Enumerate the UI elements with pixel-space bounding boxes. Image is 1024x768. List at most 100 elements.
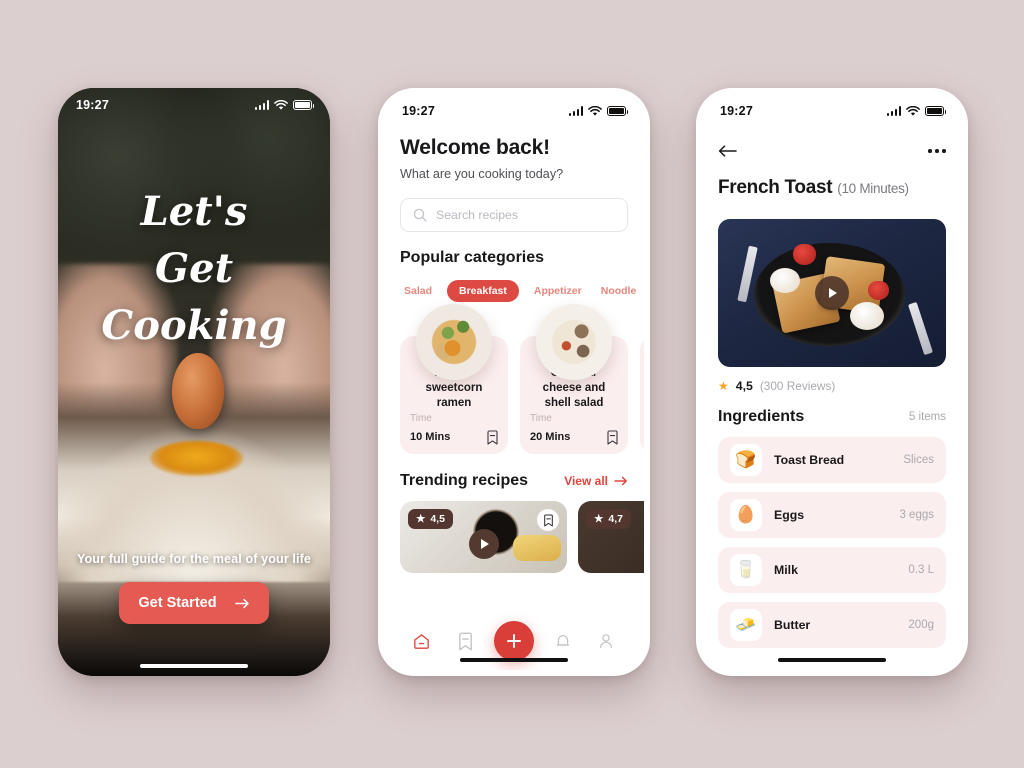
ingredient-quantity: 0.3 L xyxy=(908,564,934,576)
view-all-label: View all xyxy=(564,474,608,488)
arrow-left-icon xyxy=(718,145,737,157)
play-icon[interactable] xyxy=(468,529,499,560)
ingredient-quantity: 3 eggs xyxy=(899,509,934,521)
category-chip-noodle[interactable]: Noodle xyxy=(597,280,641,302)
welcome-heading: Welcome back! xyxy=(400,136,550,159)
onboarding-screen: 19:27 Let's Get Cooking Your full guide … xyxy=(58,88,330,676)
trending-card[interactable]: ★ 4,5 xyxy=(400,501,567,573)
detail-topbar xyxy=(718,136,946,166)
category-chip-appetizer[interactable]: Appetizer xyxy=(530,280,586,302)
category-chip-breakfast[interactable]: Breakfast xyxy=(447,280,519,302)
view-all-link[interactable]: View all xyxy=(564,474,628,488)
page-title: French Toast (10 Minutes) xyxy=(718,177,946,199)
phone-onboarding: 19:27 Let's Get Cooking Your full guide … xyxy=(58,88,330,676)
ingredient-list: 🍞 Toast Bread Slices 🥚 Eggs 3 eggs 🥛 Mil… xyxy=(718,437,946,648)
nav-profile-icon[interactable] xyxy=(591,626,621,656)
trending-card-list: ★ 4,5 ★ 4,7 xyxy=(400,501,644,573)
trending-recipes-heading: Trending recipes xyxy=(400,472,529,489)
popular-categories-heading: Popular categories xyxy=(400,249,545,266)
battery-icon xyxy=(293,100,315,110)
category-chip-salad[interactable]: Salad xyxy=(400,280,436,302)
recipe-time-value: 10 Mins xyxy=(410,431,451,443)
ingredient-quantity: 200g xyxy=(908,619,934,631)
hero-title-line-1: Let's xyxy=(140,188,248,235)
ingredient-name: Butter xyxy=(774,618,811,632)
ingredient-name: Eggs xyxy=(774,508,805,522)
hero-title: Let's Get Cooking xyxy=(58,184,330,354)
app-mockup-stage: 19:27 Let's Get Cooking Your full guide … xyxy=(0,0,1024,768)
ingredient-name: Toast Bread xyxy=(774,453,845,467)
nav-home-icon[interactable] xyxy=(407,626,437,656)
items-count: 5 items xyxy=(908,411,946,423)
recipe-card-list: Pepper sweetcorn ramen Time 10 Mins Ched… xyxy=(400,304,644,454)
rating-value: 4,5 xyxy=(735,379,753,393)
eggs-icon: 🥚 xyxy=(730,499,762,531)
recipe-time-value: 20 Mins xyxy=(530,431,571,443)
play-icon[interactable] xyxy=(815,276,849,310)
wifi-icon xyxy=(274,99,288,111)
home-screen: 19:27 Welcome back! What are you cooking… xyxy=(384,94,644,670)
plus-icon xyxy=(507,634,521,648)
star-icon: ★ xyxy=(416,513,426,525)
ingredient-row[interactable]: 🥛 Milk 0.3 L xyxy=(718,547,946,593)
recipe-time-label: Time xyxy=(410,413,432,424)
home-indicator xyxy=(140,663,248,668)
reviews-count: (300 Reviews) xyxy=(759,379,836,393)
ingredient-row[interactable]: 🧈 Butter 200g xyxy=(718,602,946,648)
recipe-thumbnail xyxy=(416,304,492,380)
ingredient-row[interactable]: 🥚 Eggs 3 eggs xyxy=(718,492,946,538)
phone-home: 19:27 Welcome back! What are you cooking… xyxy=(378,88,650,676)
trending-card[interactable]: ★ 4,7 xyxy=(578,501,644,573)
rating-badge: ★ 4,7 xyxy=(586,509,632,529)
home-indicator xyxy=(778,657,886,662)
dish-duration: (10 Minutes) xyxy=(837,181,909,196)
bookmark-icon[interactable] xyxy=(486,430,499,445)
trending-section-header: Trending recipes View all xyxy=(400,472,628,490)
butter-icon: 🧈 xyxy=(730,609,762,641)
hero-tagline: Your full guide for the meal of your lif… xyxy=(76,552,312,566)
arrow-right-icon xyxy=(614,476,628,486)
search-placeholder: Search recipes xyxy=(436,208,519,222)
star-icon: ★ xyxy=(718,379,729,393)
ingredients-heading: Ingredients xyxy=(718,408,805,425)
rating-badge: ★ 4,5 xyxy=(408,509,454,529)
search-icon xyxy=(413,208,427,222)
more-horizontal-icon xyxy=(928,149,946,153)
hero-title-line-2: Get xyxy=(154,244,234,292)
ingredients-header: Ingredients 5 items xyxy=(718,408,946,426)
welcome-subtitle: What are you cooking today? xyxy=(400,167,564,181)
more-options-button[interactable] xyxy=(928,149,946,153)
get-started-button[interactable]: Get Started xyxy=(119,582,269,624)
search-input[interactable]: Search recipes xyxy=(400,198,628,232)
status-time: 19:27 xyxy=(76,98,109,112)
bookmark-icon[interactable] xyxy=(606,430,619,445)
phone-recipe-detail: 19:27 French Toast (10 Minutes) ★ 4,5 (3… xyxy=(696,88,968,676)
back-button[interactable] xyxy=(718,144,737,158)
ingredient-row[interactable]: 🍞 Toast Bread Slices xyxy=(718,437,946,483)
arrow-right-icon xyxy=(234,598,250,609)
recipe-card[interactable]: Cheddar cheese and shell salad Time 20 M… xyxy=(520,304,628,454)
recipe-video[interactable] xyxy=(718,219,946,367)
add-recipe-button[interactable] xyxy=(493,621,534,661)
ingredient-name: Milk xyxy=(774,563,798,577)
recipe-time-label: Time xyxy=(530,413,552,424)
status-bar: 19:27 xyxy=(58,88,330,122)
category-chip-list: Salad Breakfast Appetizer Noodle Lun xyxy=(400,280,636,302)
bookmark-icon[interactable] xyxy=(537,509,559,531)
milk-icon: 🥛 xyxy=(730,554,762,586)
nav-notifications-icon[interactable] xyxy=(548,626,578,656)
home-indicator xyxy=(460,657,568,662)
recipe-detail-screen: 19:27 French Toast (10 Minutes) ★ 4,5 (3… xyxy=(702,94,962,670)
recipe-card[interactable]: Ti 15 xyxy=(640,336,644,454)
get-started-label: Get Started xyxy=(138,595,217,611)
cellular-bars-icon xyxy=(254,100,269,110)
rating-value: 4,5 xyxy=(430,513,446,525)
recipe-card[interactable]: Pepper sweetcorn ramen Time 10 Mins xyxy=(400,304,508,454)
rating-value: 4,7 xyxy=(608,513,624,525)
rating-row: ★ 4,5 (300 Reviews) xyxy=(718,379,946,393)
dish-name: French Toast xyxy=(718,177,833,198)
star-icon: ★ xyxy=(594,513,604,525)
nav-bookmark-icon[interactable] xyxy=(450,626,480,656)
bread-icon: 🍞 xyxy=(730,444,762,476)
ingredient-quantity: Slices xyxy=(903,454,934,466)
